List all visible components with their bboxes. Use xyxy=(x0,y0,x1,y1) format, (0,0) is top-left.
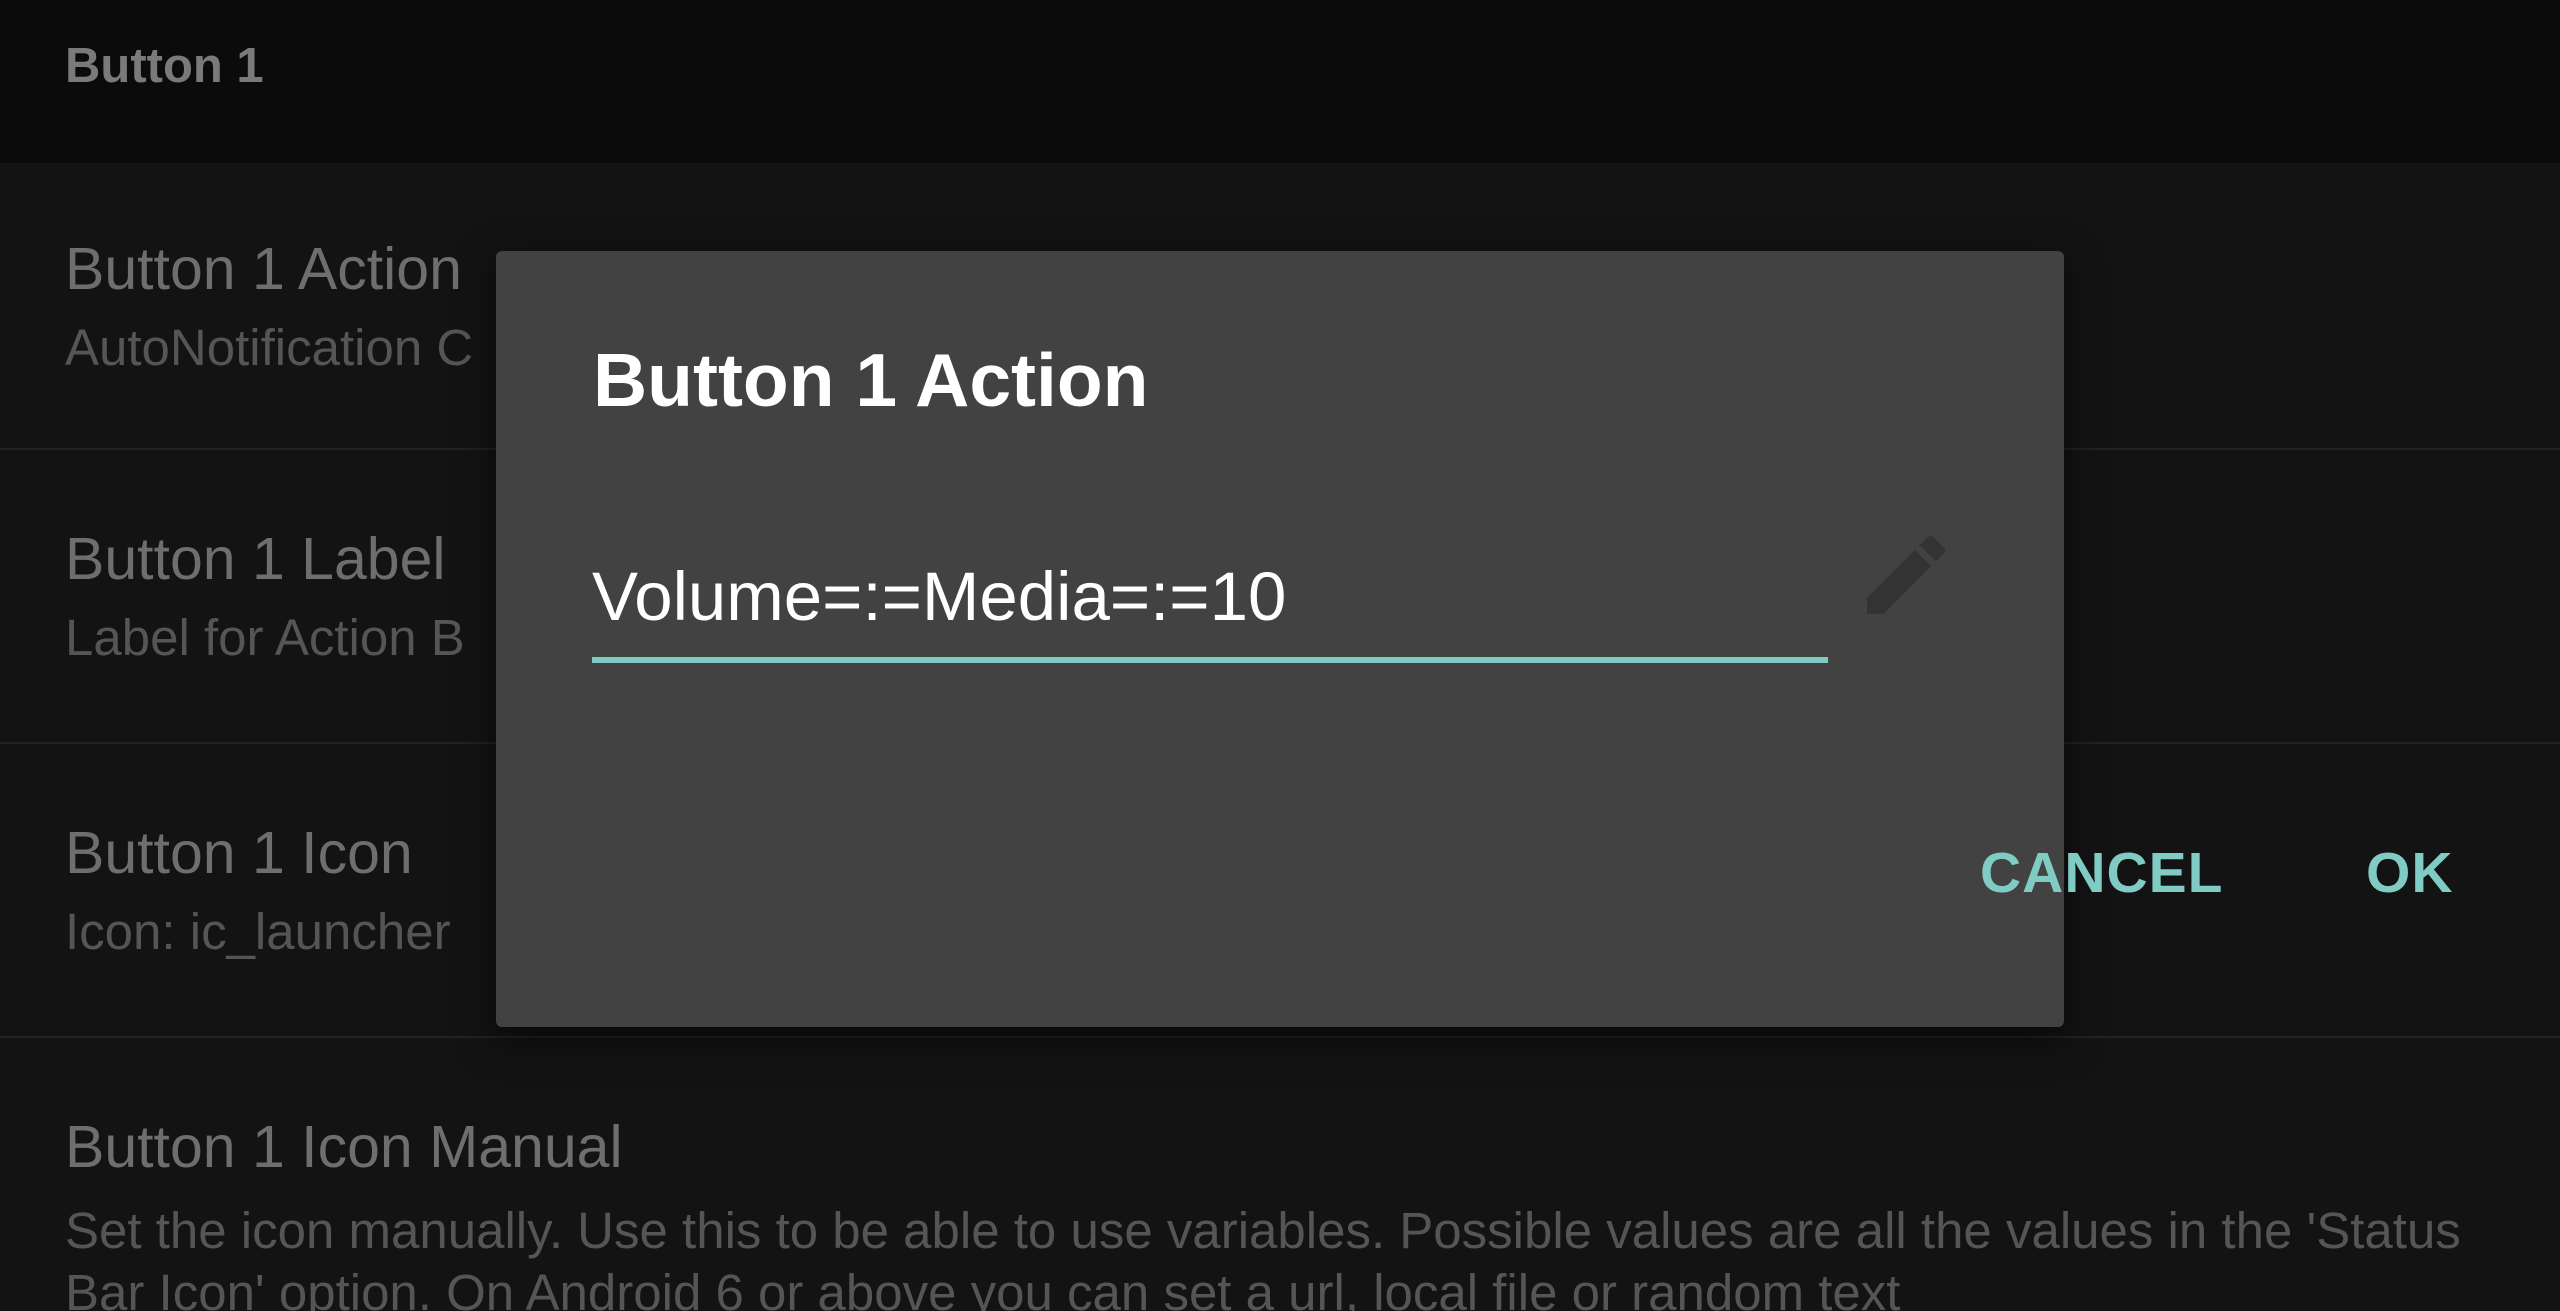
pref-summary: Set the icon manually. Use this to be ab… xyxy=(65,1202,2461,1311)
pref-item-button-1-icon-manual[interactable]: Button 1 Icon Manual Set the icon manual… xyxy=(0,1038,2560,1311)
top-bar: Button 1 xyxy=(0,0,2560,163)
pencil-icon[interactable] xyxy=(1854,523,1958,627)
page-title: Button 1 xyxy=(65,39,264,93)
ok-button[interactable]: OK xyxy=(2348,823,2472,923)
pref-summary: Label for Action B xyxy=(65,609,465,666)
pref-title: Button 1 Label xyxy=(65,526,446,592)
dialog-title: Button 1 Action xyxy=(593,338,1149,422)
action-input[interactable] xyxy=(592,541,1828,651)
pref-title: Button 1 Icon xyxy=(65,820,413,886)
pref-title: Button 1 Action xyxy=(65,236,462,302)
edit-dialog: Button 1 Action CANCEL OK xyxy=(496,251,2453,1027)
pref-summary: AutoNotification C xyxy=(65,319,474,376)
action-input-container xyxy=(592,541,1828,663)
cancel-button[interactable]: CANCEL xyxy=(1962,823,2242,923)
pref-title: Button 1 Icon Manual xyxy=(65,1114,623,1180)
pref-summary: Icon: ic_launcher xyxy=(65,903,451,960)
screen: Button 1 Button 1 Action AutoNotificatio… xyxy=(0,0,2560,1311)
